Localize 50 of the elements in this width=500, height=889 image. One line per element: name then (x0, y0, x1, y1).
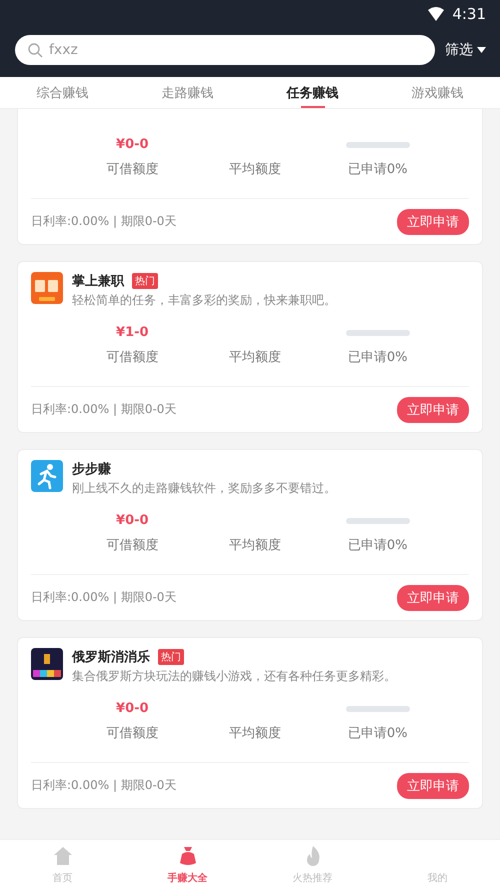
applied-percent: 已申请0% (348, 161, 408, 178)
applied-percent: 已申请0% (348, 725, 408, 742)
category-tab[interactable]: 游戏赚钱 (375, 77, 500, 108)
credit-amount: ¥1-0 (116, 325, 149, 340)
filter-button[interactable]: 筛选 (445, 41, 486, 59)
credit-label: 可借额度 (106, 349, 158, 366)
nav-tab[interactable]: 首页 (0, 840, 125, 889)
category-tab[interactable]: 任务赚钱 (250, 77, 375, 108)
credit-amount: ¥0-0 (116, 513, 149, 528)
average-label: 平均额度 (228, 725, 281, 742)
applied-percent: 已申请0% (348, 537, 408, 554)
apply-button[interactable]: 立即申请 (397, 396, 469, 422)
hot-badge: 热门 (132, 273, 158, 289)
apply-button[interactable]: 立即申请 (397, 208, 469, 234)
app-description: 刚上线不久的走路赚钱软件，奖励多多不要错过。 (72, 480, 336, 497)
search-field[interactable]: fxxz (15, 35, 435, 65)
app-name: 步步赚 (72, 460, 111, 478)
home-icon (52, 845, 74, 867)
average-label: 平均额度 (228, 537, 281, 554)
apply-button[interactable]: 立即申请 (397, 772, 469, 798)
search-icon (27, 42, 43, 58)
loan-terms: 日利率:0.00% | 期限0-0天 (31, 213, 176, 230)
caret-icon (477, 47, 486, 53)
average-label: 平均额度 (228, 161, 281, 178)
nav-tab[interactable]: 手赚大全 (125, 840, 250, 889)
app-name: 掌上兼职 (72, 273, 124, 290)
loan-terms: 日利率:0.00% | 期限0-0天 (31, 777, 176, 794)
app-description: 集合俄罗斯方块玩法的赚钱小游戏，还有各种任务更多精彩。 (72, 668, 396, 685)
credit-amount: ¥0-0 (116, 701, 149, 716)
app-icon (31, 272, 63, 304)
credit-label: 可借额度 (106, 161, 158, 178)
hot-badge: 热门 (158, 649, 184, 665)
credit-amount: ¥0-0 (116, 137, 149, 152)
app-description: 轻松简单的任务，丰富多彩的奖励，快来兼职吧。 (72, 292, 336, 309)
credit-label: 可借额度 (106, 725, 158, 742)
app-icon (31, 460, 63, 492)
app-icon (31, 648, 63, 680)
nav-tab[interactable]: 我的 (375, 840, 500, 889)
average-label: 平均额度 (228, 349, 281, 366)
category-tab[interactable]: 走路赚钱 (125, 77, 250, 108)
loan-terms: 日利率:0.00% | 期限0-0天 (31, 589, 176, 606)
status-time: 4:31 (452, 5, 486, 23)
wifi-icon (428, 7, 444, 21)
applied-percent: 已申请0% (348, 349, 408, 366)
apply-button[interactable]: 立即申请 (397, 584, 469, 610)
app-name: 俄罗斯消消乐 (72, 648, 150, 666)
credit-label: 可借额度 (106, 537, 158, 554)
category-tab[interactable]: 综合赚钱 (0, 77, 125, 108)
loan-terms: 日利率:0.00% | 期限0-0天 (31, 401, 176, 418)
nav-tab[interactable]: 火热推荐 (250, 840, 375, 889)
